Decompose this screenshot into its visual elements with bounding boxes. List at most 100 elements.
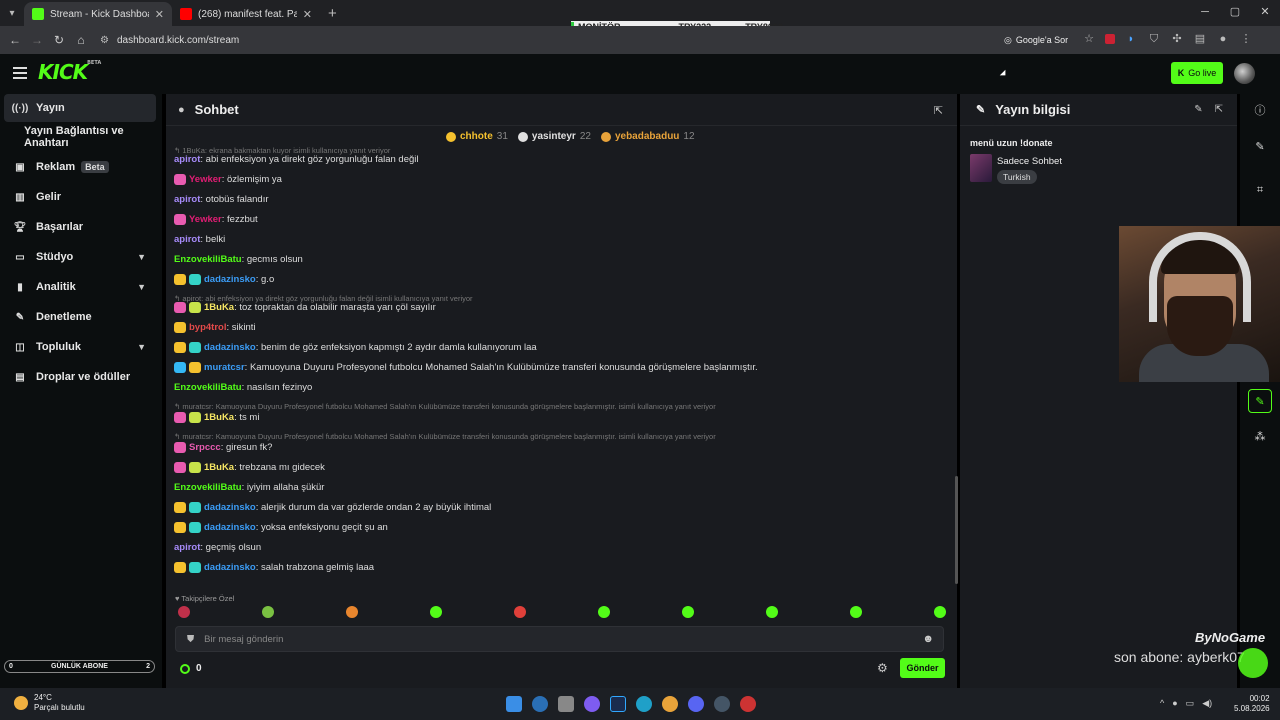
emote-icon[interactable] (430, 606, 442, 618)
tab-kick-dashboard[interactable]: Stream - Kick Dashboard ✕ (24, 2, 172, 26)
chevron-down-icon[interactable]: ▼ (137, 282, 146, 292)
close-icon[interactable]: ✕ (155, 8, 164, 21)
file-explorer-icon[interactable] (558, 696, 574, 712)
close-icon[interactable]: ✕ (303, 8, 312, 21)
chat-input[interactable]: ⛊ Bir mesaj gönderin ☻ (175, 626, 944, 652)
sidebar-item-gelir[interactable]: ▥ Gelir (4, 183, 156, 211)
extension-icon[interactable] (1105, 34, 1115, 44)
edit-icon[interactable]: ✎ (1194, 104, 1202, 115)
sidebar-item-yayin[interactable]: ((·)) Yayın (4, 94, 156, 122)
chat-username[interactable]: Srpccc (189, 442, 221, 453)
gifter-item[interactable]: chhote 31 (446, 131, 508, 142)
sidebar-item-topluluk[interactable]: ◫ Topluluk ▼ (4, 333, 156, 361)
site-info-icon[interactable]: ⚙ (100, 35, 109, 46)
send-button[interactable]: Gönder (900, 658, 945, 678)
emote-icon[interactable] (178, 606, 190, 618)
sidebar-icon[interactable]: ▤ (1193, 32, 1207, 46)
minimize-icon[interactable]: ─ (1190, 0, 1220, 26)
chat-username[interactable]: muratcsr (204, 362, 245, 373)
kebab-menu-icon[interactable]: ⋮ (1239, 32, 1253, 46)
sidebar-item-reklam[interactable]: ▣ Reklam Beta (4, 153, 156, 181)
sidebar-item-basarilar[interactable]: 🏆︎ Başarılar (4, 213, 156, 241)
photoshop-icon[interactable] (610, 696, 626, 712)
windows-start-icon[interactable] (506, 696, 522, 712)
chat-scrollbar[interactable] (955, 476, 958, 584)
volume-icon[interactable]: ◀) (1202, 698, 1212, 709)
network-icon[interactable]: ▭ (1186, 698, 1195, 709)
channel-points[interactable]: 0 (180, 663, 202, 674)
sidebar-item-denetleme[interactable]: ✎ Denetleme (4, 303, 156, 331)
gifter-item[interactable]: yasinteyr 22 (517, 131, 591, 142)
gifter-item[interactable]: yebadabaduu 12 (600, 131, 695, 142)
search-icon[interactable] (532, 696, 548, 712)
sidebar-item-studyo[interactable]: ▭ Stüdyo ▼ (4, 243, 156, 271)
emote-icon[interactable] (598, 606, 610, 618)
sidebar-item-analitik[interactable]: ▮ Analitik ▼ (4, 273, 156, 301)
chat-username[interactable]: 1BuKa (204, 412, 234, 423)
chat-username[interactable]: apirot (174, 542, 200, 553)
discord-icon[interactable] (688, 696, 704, 712)
chat-username[interactable]: 1BuKa (204, 302, 234, 313)
popout-icon[interactable]: ⇱ (1215, 104, 1223, 115)
chat-username[interactable]: dadazinsko (204, 502, 256, 513)
tab-youtube[interactable]: (268) manifest feat. Pango - Ze ✕ (172, 2, 320, 26)
steam-icon[interactable] (714, 696, 730, 712)
new-tab-button[interactable]: + (328, 5, 337, 22)
chat-username[interactable]: dadazinsko (204, 522, 256, 533)
puzzle-icon[interactable]: ✣ (1170, 32, 1184, 46)
edit-icon[interactable]: ✎ (1248, 134, 1272, 158)
chrome-icon[interactable] (662, 696, 678, 712)
extension-icon[interactable]: ◗ (1124, 32, 1138, 46)
chat-username[interactable]: byp4trol (189, 322, 226, 333)
gear-icon[interactable]: ⚙ (877, 661, 888, 675)
chat-username[interactable]: Yewker (189, 214, 222, 225)
emote-icon[interactable] (934, 606, 946, 618)
profile-icon[interactable]: ● (1216, 32, 1230, 46)
hamburger-menu-icon[interactable] (13, 67, 27, 82)
back-icon[interactable]: ← (4, 33, 26, 47)
chat-username[interactable]: dadazinsko (204, 274, 256, 285)
url-field[interactable]: ⚙ dashboard.kick.com/stream (100, 29, 1090, 51)
chat-username[interactable]: EnzovekiliBatu (174, 482, 242, 493)
chat-username[interactable]: dadazinsko (204, 562, 256, 573)
chevron-up-icon[interactable]: ^ (1160, 698, 1164, 709)
screen-icon[interactable]: ⌗ (1248, 178, 1272, 202)
home-icon[interactable]: ⌂ (70, 33, 92, 47)
chat-username[interactable]: Yewker (189, 174, 222, 185)
apps-icon[interactable]: ⁂ (1248, 424, 1272, 448)
weather-widget[interactable]: 24°C Parçalı bulutlu (14, 693, 85, 713)
reload-icon[interactable]: ↻ (48, 33, 70, 47)
emote-icon[interactable] (514, 606, 526, 618)
chat-username[interactable]: EnzovekiliBatu (174, 254, 242, 265)
close-window-icon[interactable]: ✕ (1250, 0, 1280, 26)
emote-icon[interactable] (766, 606, 778, 618)
emote-icon[interactable] (850, 606, 862, 618)
emoji-icon[interactable]: ☻ (922, 633, 934, 645)
chat-username[interactable]: apirot (174, 194, 200, 205)
shield-icon[interactable]: ⛉ (1147, 32, 1161, 46)
wrench-icon[interactable]: ✎ (1248, 389, 1272, 413)
emote-icon[interactable] (682, 606, 694, 618)
star-icon[interactable]: ☆ (1082, 32, 1096, 46)
google-ask-button[interactable]: ◎ Google'a Sor (1004, 30, 1068, 50)
popout-icon[interactable]: ⇱ (934, 104, 943, 117)
edge-icon[interactable] (636, 696, 652, 712)
emote-icon[interactable] (346, 606, 358, 618)
tab-search-icon[interactable]: ▾ (0, 1, 24, 25)
chat-username[interactable]: apirot (174, 154, 200, 165)
chat-username[interactable]: dadazinsko (204, 342, 256, 353)
info-icon[interactable]: ⓘ (1248, 98, 1272, 122)
chat-username[interactable]: 1BuKa (204, 462, 234, 473)
emote-icon[interactable] (262, 606, 274, 618)
category-name[interactable]: Sadece Sohbet (997, 156, 1062, 167)
chat-username[interactable]: EnzovekiliBatu (174, 382, 242, 393)
mic-icon[interactable]: ● (1172, 698, 1177, 709)
go-live-button[interactable]: K Go live (1171, 62, 1223, 84)
chevron-down-icon[interactable]: ▼ (137, 342, 146, 352)
clock[interactable]: 00:02 5.08.2026 (1234, 694, 1270, 714)
chevron-down-icon[interactable]: ▼ (137, 252, 146, 262)
sidebar-item-droplar[interactable]: ▤ Droplar ve ödüller (4, 363, 156, 391)
maximize-icon[interactable]: ▢ (1220, 0, 1250, 26)
chat-username[interactable]: apirot (174, 234, 200, 245)
copilot-icon[interactable] (584, 696, 600, 712)
